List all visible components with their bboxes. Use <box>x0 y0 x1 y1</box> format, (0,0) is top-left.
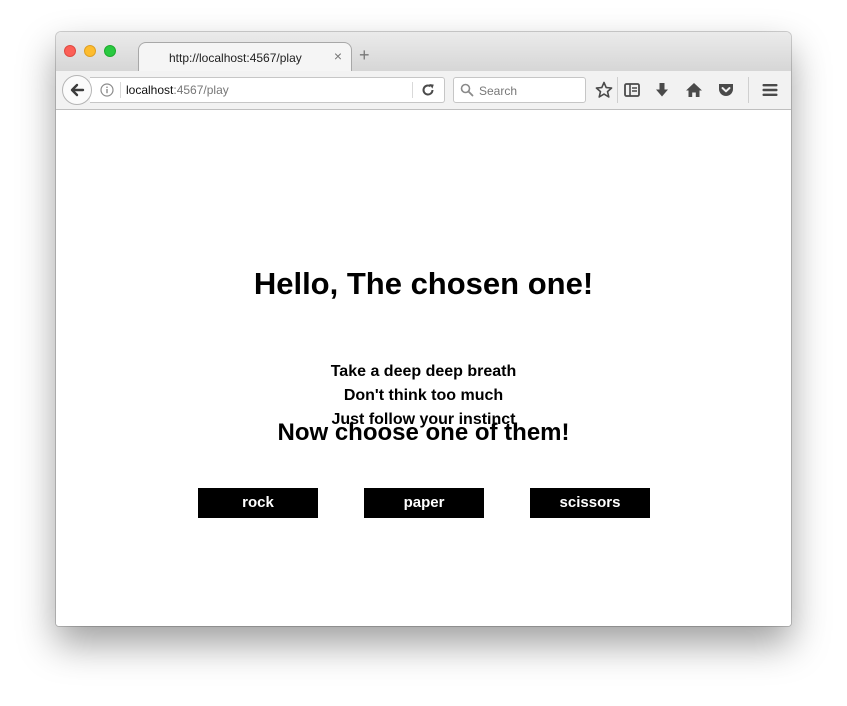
url-path: :4567/play <box>173 83 229 97</box>
url-divider <box>120 82 121 98</box>
toolbar-divider <box>748 77 749 103</box>
reading-list-icon[interactable] <box>623 81 641 99</box>
home-icon[interactable] <box>685 81 703 99</box>
paper-button[interactable]: paper <box>364 488 484 518</box>
close-icon[interactable]: × <box>334 49 342 63</box>
instruction-line: Take a deep deep breath <box>330 363 517 380</box>
navigation-toolbar: localhost:4567/play Search <box>56 71 791 110</box>
search-icon <box>460 83 474 102</box>
back-arrow-icon <box>70 83 85 97</box>
reload-icon[interactable] <box>421 83 435 102</box>
choose-prompt: Now choose one of them! <box>277 419 570 446</box>
toolbar-divider <box>617 77 618 103</box>
new-tab-button[interactable]: + <box>359 46 370 64</box>
close-window-button[interactable] <box>64 45 76 57</box>
url-text[interactable]: localhost:4567/play <box>126 83 229 97</box>
back-button[interactable] <box>62 75 92 105</box>
tab-title: http://localhost:4567/play <box>169 51 302 65</box>
star-icon[interactable] <box>595 81 613 99</box>
download-icon[interactable] <box>653 81 671 99</box>
rock-button[interactable]: rock <box>198 488 318 518</box>
reload-divider <box>412 82 413 98</box>
pocket-icon[interactable] <box>717 81 735 99</box>
url-host: localhost <box>126 83 174 97</box>
page-content: Hello, The chosen one! Take a deep deep … <box>56 110 791 626</box>
browser-tab[interactable]: http://localhost:4567/play × <box>138 42 352 72</box>
scissors-button[interactable]: scissors <box>530 488 650 518</box>
search-bar[interactable]: Search <box>453 77 586 103</box>
menu-icon[interactable] <box>761 81 779 99</box>
search-placeholder: Search <box>479 84 518 98</box>
info-icon[interactable] <box>100 83 114 102</box>
minimize-window-button[interactable] <box>84 45 96 57</box>
page-heading: Hello, The chosen one! <box>253 266 594 301</box>
title-bar: http://localhost:4567/play × + <box>56 32 791 72</box>
zoom-window-button[interactable] <box>104 45 116 57</box>
browser-window: http://localhost:4567/play × + localhost… <box>56 32 791 626</box>
url-bar[interactable]: localhost:4567/play <box>90 77 445 103</box>
instruction-line: Don't think too much <box>343 387 504 404</box>
